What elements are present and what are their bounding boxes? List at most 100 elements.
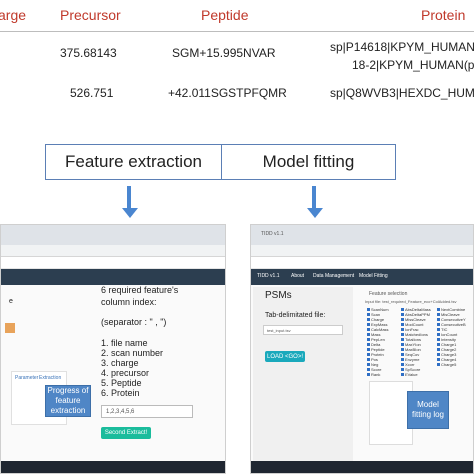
browser-tab-bar: TIDD v1.1 [251, 225, 473, 245]
checkbox-icon[interactable] [367, 343, 370, 347]
progress-callout: Progress of feature extraction [45, 385, 91, 417]
feature-extraction-screenshot: e 6 required feature's column index: (se… [0, 224, 226, 474]
feature-checkbox[interactable]: EValue [401, 372, 418, 377]
checkbox-icon[interactable] [437, 333, 440, 337]
checkbox-icon[interactable] [401, 338, 404, 342]
checkbox-icon[interactable] [437, 308, 440, 312]
row1-protein-line2: 18-2|KPYM_HUMAN(pre [352, 58, 474, 72]
row1-peptide: SGM+15.995NVAR [172, 46, 276, 60]
results-table-header: arge Precursor Peptide Protein [0, 0, 474, 32]
nav-about[interactable]: About [291, 273, 304, 279]
feature-checkbox[interactable]: Rank [367, 372, 380, 377]
feature-section-title: Feature selection [369, 291, 408, 297]
checkbox-icon[interactable] [401, 333, 404, 337]
bookmarks-bar [1, 257, 225, 269]
checkbox-icon[interactable] [401, 328, 404, 332]
app-navbar [1, 269, 225, 285]
nav-data-management[interactable]: Data Management [313, 273, 354, 279]
model-fitting-box: Model fitting [221, 144, 396, 180]
header-precursor: Precursor [60, 7, 121, 23]
load-button[interactable]: LOAD <GO>! [265, 351, 305, 362]
file-label: Tab-delimitated file: [265, 312, 326, 319]
header-peptide: Peptide [201, 7, 249, 23]
checkbox-icon[interactable] [437, 348, 440, 352]
side-label: e [9, 298, 13, 305]
required-line: (separator : " , ") [101, 317, 167, 327]
checkbox-icon[interactable] [401, 363, 404, 367]
row1-protein: sp|P14618|KPYM_HUMAN(pre [330, 40, 474, 54]
file-value: test_input.tsv [267, 328, 291, 333]
tab-parameter[interactable]: Parameter [15, 375, 38, 381]
list-item: 4. precursor [101, 368, 150, 378]
checkbox-icon[interactable] [401, 343, 404, 347]
side-accent [5, 323, 15, 333]
browser-url-bar[interactable] [251, 245, 473, 257]
checkbox-icon[interactable] [437, 313, 440, 317]
column-index-input[interactable]: 1,2,3,4,5,6 [101, 405, 193, 418]
list-item: 5. Peptide [101, 378, 142, 388]
checkbox-icon[interactable] [437, 338, 440, 342]
taskbar [1, 461, 225, 473]
model-fitting-screenshot: TIDD v1.1 TIDD v1.1 About Data Managemen… [250, 224, 474, 474]
checkbox-icon[interactable] [401, 368, 404, 372]
list-item: 3. charge [101, 358, 139, 368]
taskbar [251, 461, 473, 473]
row2-protein: sp|Q8WVB3|HEXDC_HUMAN [330, 86, 474, 100]
header-protein: Protein [421, 7, 466, 23]
bookmarks-bar [251, 257, 473, 269]
browser-url-bar[interactable] [1, 245, 225, 257]
model-fitting-log-callout: Model fitting log [407, 391, 449, 429]
checkbox-icon[interactable] [401, 358, 404, 362]
checkbox-icon[interactable] [401, 313, 404, 317]
checkbox-icon[interactable] [367, 373, 370, 377]
checkbox-icon[interactable] [437, 363, 440, 367]
checkbox-icon[interactable] [401, 353, 404, 357]
checkbox-icon[interactable] [401, 373, 404, 377]
checkbox-icon[interactable] [367, 308, 370, 312]
checkbox-icon[interactable] [401, 308, 404, 312]
down-arrow-icon [307, 186, 323, 218]
header-charge: arge [0, 7, 27, 23]
file-input[interactable]: test_input.tsv [263, 325, 343, 335]
checkbox-icon[interactable] [437, 328, 440, 332]
feature-checkbox[interactable]: Charge5 [437, 362, 456, 367]
nav-brand[interactable]: TIDD v1.1 [257, 273, 280, 279]
list-item: 2. scan number [101, 348, 164, 358]
list-item: 1. file name [101, 338, 148, 348]
nav-model-fitting[interactable]: Model Fitting [359, 273, 388, 279]
checkbox-icon[interactable] [367, 348, 370, 352]
browser-tab-title[interactable]: TIDD v1.1 [261, 231, 284, 237]
checkbox-icon[interactable] [401, 323, 404, 327]
checkbox-icon[interactable] [437, 323, 440, 327]
tab-extraction[interactable]: Extraction [39, 375, 61, 381]
row1-precursor: 375.68143 [60, 46, 117, 60]
checkbox-icon[interactable] [437, 353, 440, 357]
required-line: 6 required feature's [101, 285, 179, 295]
checkbox-icon[interactable] [367, 353, 370, 357]
checkbox-icon[interactable] [437, 343, 440, 347]
checkbox-icon[interactable] [437, 358, 440, 362]
required-line: column index: [101, 297, 157, 307]
checkbox-icon[interactable] [367, 358, 370, 362]
browser-tab-bar [1, 225, 225, 245]
feature-section-note: Input file: test_required_Feature_eco+Co… [365, 299, 457, 304]
checkbox-icon[interactable] [367, 328, 370, 332]
second-extract-button[interactable]: Second Extract! [101, 427, 151, 439]
checkbox-icon[interactable] [437, 318, 440, 322]
checkbox-icon[interactable] [367, 318, 370, 322]
checkbox-icon[interactable] [401, 318, 404, 322]
feature-extraction-box: Feature extraction [45, 144, 222, 180]
app-navbar: TIDD v1.1 About Data Management Model Fi… [251, 269, 473, 285]
checkbox-icon[interactable] [367, 323, 370, 327]
checkbox-icon[interactable] [367, 333, 370, 337]
feature-checkbox-list: ScanNum Scan Charge ExpMass CalcMass Mass PepL… [367, 307, 473, 377]
checkbox-icon[interactable] [367, 363, 370, 367]
table-divider [0, 31, 474, 32]
down-arrow-icon [122, 186, 138, 218]
checkbox-icon[interactable] [367, 313, 370, 317]
checkbox-icon[interactable] [367, 338, 370, 342]
checkbox-icon[interactable] [367, 368, 370, 372]
row2-peptide: +42.011SGSTPFQMR [168, 86, 287, 100]
checkbox-icon[interactable] [401, 348, 404, 352]
psms-title: PSMs [265, 290, 292, 301]
